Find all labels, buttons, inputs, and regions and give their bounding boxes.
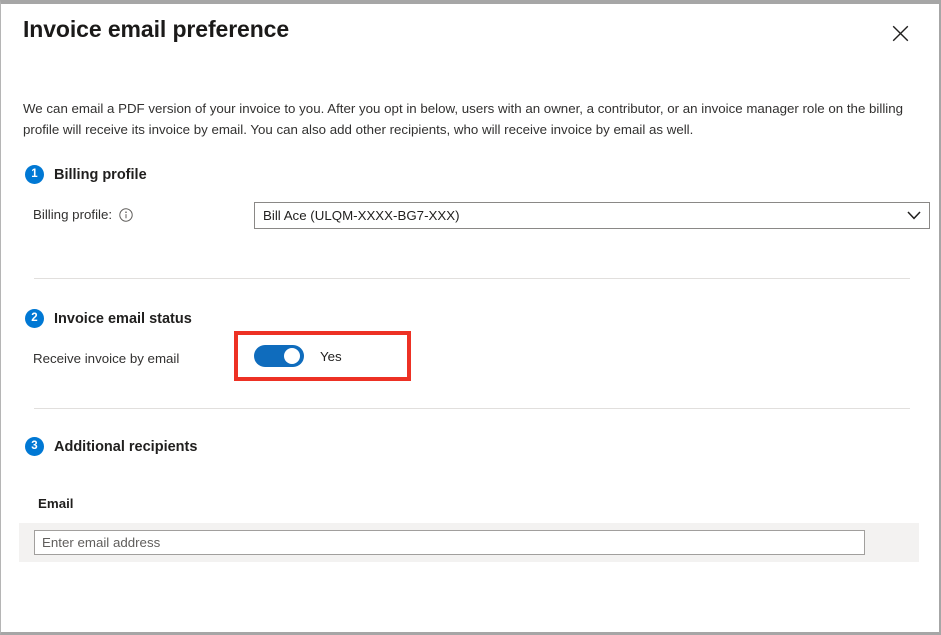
step-number-badge: 1 [25, 165, 44, 184]
step-heading-billing-profile: 1 Billing profile [25, 165, 147, 184]
info-icon[interactable] [119, 208, 133, 222]
step-heading-additional-recipients: 3 Additional recipients [25, 437, 197, 456]
step-title: Invoice email status [54, 311, 192, 327]
billing-profile-dropdown[interactable]: Bill Ace (ULQM-XXXX-BG7-XXX) [254, 202, 930, 229]
step-title: Additional recipients [54, 439, 197, 455]
close-button[interactable] [884, 18, 916, 48]
section-divider [34, 408, 910, 409]
chevron-down-icon [899, 211, 929, 220]
receive-invoice-label-text: Receive invoice by email [33, 351, 179, 366]
page-title: Invoice email preference [23, 16, 289, 43]
toggle-knob [284, 348, 300, 364]
email-column-header: Email [38, 496, 73, 511]
billing-profile-field-label: Billing profile: [33, 207, 133, 222]
receive-invoice-by-email-label: Receive invoice by email [33, 351, 179, 366]
receive-invoice-toggle[interactable] [254, 345, 304, 367]
billing-profile-selected-value: Bill Ace (ULQM-XXXX-BG7-XXX) [255, 208, 899, 223]
step-heading-invoice-email-status: 2 Invoice email status [25, 309, 192, 328]
invoice-email-preference-dialog: Invoice email preference We can email a … [0, 0, 941, 635]
step-number-badge: 3 [25, 437, 44, 456]
toggle-state-label: Yes [320, 349, 342, 364]
billing-profile-label-text: Billing profile: [33, 207, 112, 222]
section-divider [34, 278, 910, 279]
step-number-badge: 2 [25, 309, 44, 328]
receive-invoice-toggle-row: Yes [254, 345, 342, 367]
step-title: Billing profile [54, 167, 147, 183]
close-icon [892, 25, 909, 42]
email-input[interactable] [34, 530, 865, 555]
intro-description: We can email a PDF version of your invoi… [23, 98, 911, 140]
